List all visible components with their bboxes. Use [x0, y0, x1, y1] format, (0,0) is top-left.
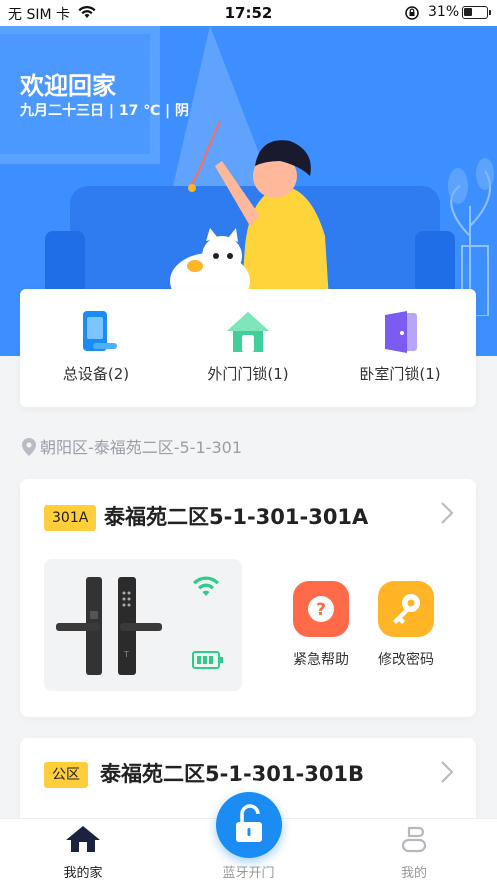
house-icon: [225, 309, 271, 355]
outer-door-lock-label: 外门门锁(1): [207, 365, 289, 383]
all-devices-label: 总设备(2): [62, 365, 130, 383]
wifi-icon: [193, 576, 219, 596]
tab-mine[interactable]: 我的: [354, 824, 474, 881]
outer-door-lock-button[interactable]: 外门门锁(1): [172, 309, 324, 384]
emergency-help-label: 紧急帮助: [293, 652, 349, 668]
battery-percent: 31%: [428, 4, 460, 20]
tab-mine-label: 我的: [400, 866, 427, 881]
change-password-label: 修改密码: [378, 652, 434, 668]
device-summary-card: 总设备(2) 外门门锁(1) 卧室门锁(1): [20, 289, 476, 407]
battery-icon: [462, 6, 491, 19]
address-text: 朝阳区-泰福苑二区-5-1-301: [40, 438, 242, 457]
location-pin-icon: [22, 438, 36, 460]
status-bar: 无 SIM 卡 17:52 31%: [0, 0, 497, 26]
room-name: 泰福苑二区5-1-301-301A: [104, 505, 369, 529]
welcome-title: 欢迎回家: [20, 72, 116, 100]
key-icon: [378, 581, 434, 637]
address-row[interactable]: 朝阳区-泰福苑二区-5-1-301: [22, 434, 242, 460]
lock-status-panel: T: [44, 559, 242, 691]
svg-text:T: T: [123, 650, 129, 659]
chevron-right-icon[interactable]: [440, 501, 454, 525]
bluetooth-unlock-button[interactable]: [216, 792, 282, 858]
rotation-lock-icon: [404, 5, 420, 25]
battery-icon: [192, 651, 223, 669]
smart-lock-image: T: [56, 577, 162, 675]
change-password-button[interactable]: 修改密码: [371, 581, 441, 669]
door-icon: [377, 309, 423, 355]
emergency-help-button[interactable]: ? 紧急帮助: [286, 581, 356, 669]
date-weather: 九月二十三日 | 17 ℃ | 阴: [20, 103, 190, 119]
clock: 17:52: [224, 4, 273, 22]
bedroom-lock-label: 卧室门锁(1): [359, 365, 441, 383]
room-tag: 公区: [44, 762, 88, 788]
user-icon: [401, 826, 427, 853]
unlock-icon: [236, 804, 262, 842]
question-icon: ?: [293, 581, 349, 637]
phone-device-icon: [73, 309, 119, 355]
all-devices-button[interactable]: 总设备(2): [20, 309, 172, 384]
bedroom-lock-button[interactable]: 卧室门锁(1): [324, 309, 476, 384]
home-icon: [66, 826, 100, 852]
chevron-right-icon[interactable]: [440, 760, 454, 784]
svg-text:?: ?: [316, 600, 326, 620]
room-tag: 301A: [44, 505, 97, 531]
room-card[interactable]: 301A 泰福苑二区5-1-301-301A T ? 紧急帮助 修改密码: [20, 479, 476, 717]
